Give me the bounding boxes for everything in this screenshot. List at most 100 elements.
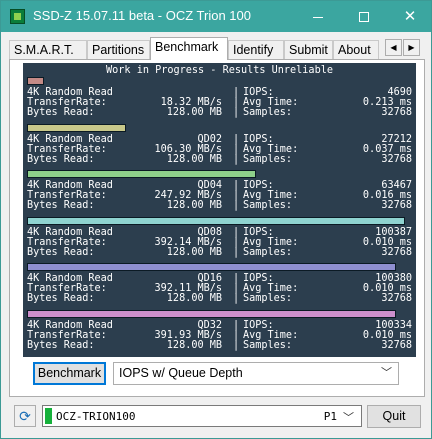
column-separator: | [233, 200, 240, 211]
result-value: 128.00 MB [166, 200, 222, 211]
result-line: Bytes Read: 128.00 MB | Samples: 32768 [27, 293, 412, 304]
result-block: 4K Random Read QD16 | IOPS: 100380 TransferRa… [23, 263, 416, 310]
result-value: 0.010 ms [362, 329, 412, 341]
tab-strip: S.M.A.R.T. Partitions Benchmark Identify… [9, 37, 425, 60]
result-label: 4K Random Read [27, 226, 113, 238]
close-button[interactable]: ✕ [387, 1, 432, 32]
quit-button[interactable]: Quit [367, 405, 421, 428]
result-block: 4K Random Read QD04 | IOPS: 63467 TransferRat… [23, 170, 416, 217]
result-line: TransferRate: 391.93 MB/s | Avg Time: 0.010 … [27, 329, 412, 341]
result-label: TransferRate: [27, 143, 107, 155]
result-label: Samples: [243, 339, 293, 351]
result-value: 27212 [381, 133, 412, 145]
tab-partitions[interactable]: Partitions [87, 40, 150, 60]
benchmark-button[interactable]: Benchmark [33, 362, 106, 385]
result-label: Bytes Read: [27, 246, 95, 258]
result-value: 32768 [381, 153, 412, 165]
result-line: Bytes Read: 128.00 MB | Samples: 32768 [27, 339, 412, 351]
queue-depth: QD08 [197, 226, 222, 238]
queue-depth: QD32 [197, 319, 222, 331]
result-label: Avg Time: [243, 329, 299, 341]
result-label: IOPS: [243, 226, 274, 238]
result-label: Samples: [243, 153, 293, 165]
result-value: 391.93 MB/s [154, 329, 222, 341]
result-line: 4K Random Read QD08 | IOPS: 100387 [27, 226, 412, 238]
result-value: 32768 [381, 293, 412, 304]
console-header: Work in Progress - Results Unreliable [106, 65, 333, 76]
benchmark-mode-value: IOPS w/ Queue Depth [119, 366, 243, 380]
result-value: 128.00 MB [166, 153, 222, 165]
refresh-icon[interactable]: ⟳ [14, 405, 36, 427]
column-separator: | [233, 107, 240, 118]
result-line: Bytes Read: 128.00 MB | Samples: 32768 [27, 246, 412, 258]
title-bar[interactable]: SSD-Z 15.07.11 beta - OCZ Trion 100 ✕ [1, 1, 431, 32]
drive-partition: P1 [323, 410, 337, 423]
result-line: 4K Random Read QD02 | IOPS: 27212 [27, 133, 412, 145]
tab-scroll-right-icon[interactable]: ▶ [403, 39, 420, 56]
result-bar [27, 216, 405, 225]
result-label: TransferRate: [27, 329, 107, 341]
window-title: SSD-Z 15.07.11 beta - OCZ Trion 100 [33, 8, 251, 23]
column-separator: | [233, 329, 240, 341]
result-value: 0.037 ms [362, 143, 412, 155]
column-separator: | [233, 246, 240, 258]
result-label: Bytes Read: [27, 339, 95, 351]
maximize-icon [359, 11, 369, 22]
chevron-down-icon: ﹀ [381, 367, 392, 379]
result-label: Samples: [243, 293, 293, 304]
tab-smart[interactable]: S.M.A.R.T. [9, 40, 87, 60]
result-label: IOPS: [243, 133, 274, 145]
status-bar: ⟳ OCZ-TRION100 P1 ﹀ Quit [9, 403, 425, 429]
result-value: 100334 [375, 319, 412, 331]
close-icon: ✕ [403, 8, 417, 25]
app-logo-icon [10, 9, 25, 24]
drive-status-indicator [45, 408, 52, 424]
result-value: 32768 [381, 200, 412, 211]
benchmark-results-console: Work in Progress - Results Unreliable 4K… [23, 63, 416, 357]
result-label: TransferRate: [27, 236, 107, 248]
benchmark-mode-select[interactable]: IOPS w/ Queue Depth ﹀ [113, 362, 399, 385]
result-label: 4K Random Read [27, 319, 113, 331]
result-bar [27, 123, 126, 132]
result-block: 4K Random Read QD02 | IOPS: 27212 TransferRat… [23, 123, 416, 171]
result-bar [27, 263, 396, 271]
result-block: 4K Random Read | IOPS: 4690 TransferRate: 18.… [23, 77, 416, 124]
result-line: TransferRate: 392.14 MB/s | Avg Time: 0.010 … [27, 236, 412, 248]
maximize-button[interactable] [341, 1, 387, 32]
result-label: Bytes Read: [27, 293, 95, 304]
column-separator: | [233, 339, 240, 351]
tab-scroll-left-icon[interactable]: ◀ [385, 39, 402, 56]
result-value: 128.00 MB [166, 339, 222, 351]
result-value: 106.30 MB/s [154, 143, 222, 155]
result-value: 128.00 MB [166, 246, 222, 258]
column-separator: | [233, 226, 240, 238]
drive-select[interactable]: OCZ-TRION100 P1 ﹀ [42, 405, 362, 427]
result-label: IOPS: [243, 319, 274, 331]
result-line: 4K Random Read QD32 | IOPS: 100334 [27, 319, 412, 331]
minimize-icon [313, 17, 323, 18]
result-label: Avg Time: [243, 143, 299, 155]
minimize-button[interactable] [295, 1, 341, 32]
result-value: 32768 [381, 339, 412, 351]
result-block: 4K Random Read QD32 | IOPS: 100334 TransferRa… [23, 309, 416, 357]
result-label: Bytes Read: [27, 200, 95, 211]
column-separator: | [233, 236, 240, 248]
tab-submit[interactable]: Submit [284, 40, 333, 60]
result-bar [27, 77, 44, 85]
result-value: 0.010 ms [362, 236, 412, 248]
chevron-down-icon: ﹀ [343, 412, 354, 424]
result-value: 100387 [375, 226, 412, 238]
column-separator: | [233, 143, 240, 155]
result-line: TransferRate: 106.30 MB/s | Avg Time: 0.037 … [27, 143, 412, 155]
result-line: Bytes Read: 128.00 MB | Samples: 32768 [27, 200, 412, 211]
tab-benchmark[interactable]: Benchmark [150, 37, 228, 60]
column-separator: | [233, 133, 240, 145]
tab-about[interactable]: About [333, 40, 379, 60]
queue-depth: QD02 [197, 133, 222, 145]
result-value: 392.14 MB/s [154, 236, 222, 248]
tab-identify[interactable]: Identify [228, 40, 284, 60]
result-value: 128.00 MB [166, 293, 222, 304]
result-bar [27, 309, 396, 318]
result-label: Bytes Read: [27, 153, 95, 165]
result-value: 32768 [381, 107, 412, 118]
